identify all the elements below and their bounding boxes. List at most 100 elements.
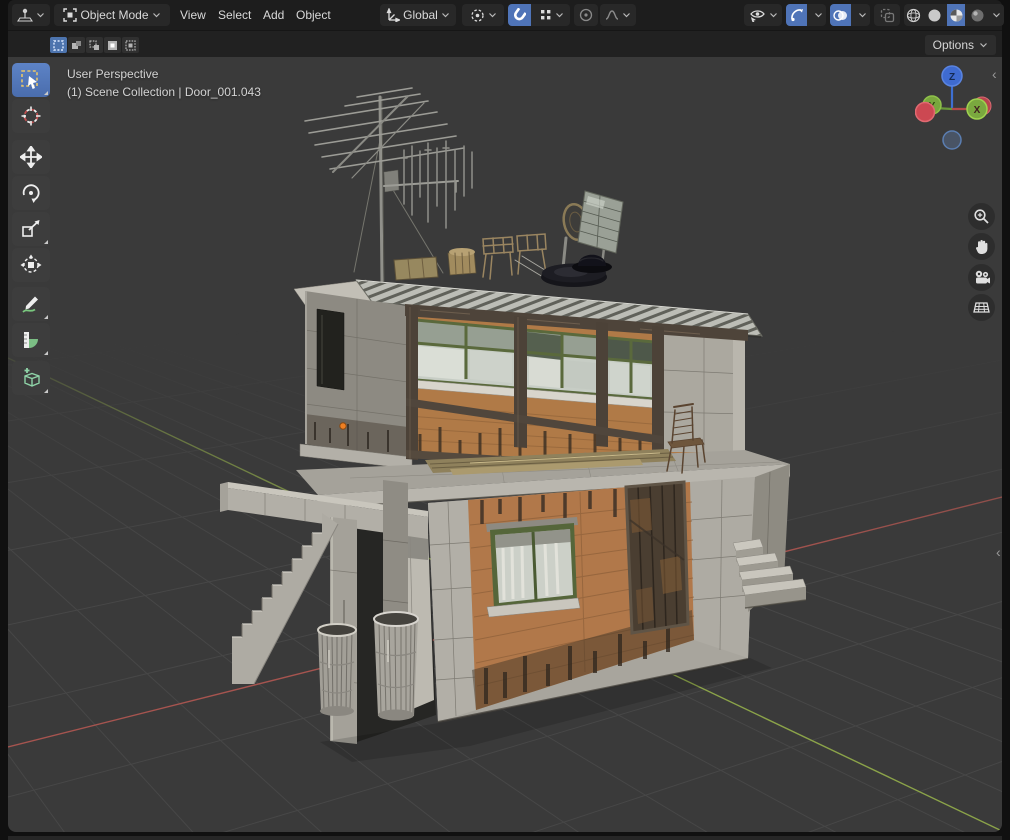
pivot-point-icon: [470, 8, 484, 22]
add-cube-icon: [24, 368, 40, 387]
zoom-icon: [974, 209, 989, 224]
menu-select[interactable]: Select: [212, 0, 257, 30]
antenna-array[interactable]: [304, 87, 473, 283]
navigation-gizmo[interactable]: Z Y X: [915, 62, 995, 157]
cursor-icon: [21, 106, 41, 126]
chevron-down-icon: [555, 13, 563, 18]
material-sphere-icon: [950, 9, 963, 21]
snap-toggle-button[interactable]: [508, 4, 531, 26]
viewport-header: Object Mode View Select Add Object Globa…: [8, 0, 1004, 30]
3d-viewport[interactable]: User Perspective (1) Scene Collection | …: [8, 57, 1002, 832]
chevron-down-icon: [623, 13, 630, 18]
chevron-down-icon: [488, 13, 496, 18]
overlays-controls: [830, 4, 870, 26]
gizmo-axis-x-neg[interactable]: [915, 101, 936, 123]
3d-scene[interactable]: [8, 57, 1002, 832]
breadcrumb: (1) Scene Collection | Door_001.043: [67, 85, 261, 99]
gizmo-settings-dropdown[interactable]: [810, 4, 826, 26]
rotate-icon: [22, 184, 40, 203]
proportional-editing-icon: [579, 8, 593, 22]
proportional-editing-button[interactable]: [574, 4, 598, 26]
pan-button[interactable]: [968, 233, 995, 260]
select-subtract-icon: [89, 39, 99, 50]
orientation-label: Global: [403, 8, 438, 22]
gizmo-axis-x[interactable]: X: [966, 96, 992, 120]
chevron-down-icon: [769, 13, 777, 18]
gizmo-axis-z-neg[interactable]: [942, 130, 962, 150]
chevron-down-icon: [152, 13, 160, 18]
origin-point-dot[interactable]: [339, 422, 347, 430]
shading-wireframe-button[interactable]: [904, 4, 922, 26]
tool-add-cube[interactable]: [12, 361, 50, 395]
shading-settings-dropdown[interactable]: [990, 4, 1004, 26]
rooftop-clutter[interactable]: [304, 87, 624, 287]
toggle-perspective-button[interactable]: [968, 294, 995, 321]
rooftop-furniture[interactable]: [393, 233, 559, 281]
door[interactable]: [624, 480, 690, 635]
toggle-xray-button[interactable]: [874, 4, 900, 26]
select-box-icon: [21, 70, 38, 89]
camera-view-button[interactable]: [968, 264, 995, 291]
camera-icon: [975, 270, 990, 283]
tool-cursor[interactable]: [12, 99, 50, 133]
show-overlays-toggle[interactable]: [830, 4, 852, 26]
select-mode-extend[interactable]: [68, 37, 85, 53]
editor-divider: [8, 836, 1002, 840]
shading-material-button[interactable]: [946, 4, 966, 26]
building-model[interactable]: [220, 87, 807, 762]
upper-left-wall[interactable]: [299, 291, 413, 470]
snap-controls: [508, 4, 570, 26]
tire-and-hat[interactable]: [541, 254, 612, 287]
collapse-gizmo-arrow[interactable]: ‹: [992, 67, 997, 81]
editor-type-3d-viewport-icon: [17, 8, 33, 22]
gizmo-icon: [790, 9, 803, 22]
options-label: Options: [932, 38, 974, 52]
ground-window[interactable]: [486, 517, 581, 618]
tool-annotate[interactable]: [12, 287, 50, 321]
ground-floor[interactable]: [428, 477, 755, 723]
tool-move[interactable]: [12, 140, 50, 174]
tool-select-box[interactable]: [12, 63, 50, 97]
tool-rotate[interactable]: [12, 176, 50, 210]
select-extend-icon: [72, 40, 81, 49]
shading-solid-button[interactable]: [925, 4, 943, 26]
gizmo-x-label: X: [974, 105, 981, 116]
pivot-point-dropdown[interactable]: [462, 4, 504, 26]
transform-orientation-dropdown[interactable]: Global: [380, 4, 456, 26]
annotate-icon: [22, 296, 38, 313]
mode-dropdown[interactable]: Object Mode: [54, 4, 170, 26]
falloff-curve-icon: [605, 10, 619, 20]
show-gizmo-toggle[interactable]: [786, 4, 808, 26]
hand-icon: [975, 240, 988, 254]
measure-icon: [24, 332, 38, 348]
snap-increment-icon: [540, 10, 551, 20]
snap-settings-dropdown[interactable]: [534, 4, 570, 26]
menu-view[interactable]: View: [174, 0, 212, 30]
tool-scale[interactable]: [12, 212, 50, 246]
xray-icon: [880, 8, 894, 22]
select-mode-intersect[interactable]: [122, 37, 139, 53]
chevron-down-icon: [980, 43, 987, 48]
chevron-down-icon: [858, 13, 866, 18]
gizmo-z-label: Z: [949, 72, 955, 83]
visibility-eye-icon: [749, 10, 765, 22]
overlays-icon: [833, 9, 848, 21]
sidebar-toggle-arrow[interactable]: ‹: [996, 545, 1001, 559]
menu-add[interactable]: Add: [257, 0, 290, 30]
object-visibility-dropdown[interactable]: [744, 4, 782, 26]
scale-icon: [22, 220, 40, 237]
tool-transform[interactable]: [12, 248, 50, 282]
wireframe-sphere-icon: [906, 8, 920, 22]
tool-measure[interactable]: [12, 323, 50, 357]
zoom-button[interactable]: [968, 203, 995, 230]
proportional-falloff-dropdown[interactable]: [600, 4, 636, 26]
select-mode-new[interactable]: [50, 37, 67, 53]
shading-rendered-button[interactable]: [968, 4, 986, 26]
editor-type-button[interactable]: [12, 4, 50, 26]
overlays-settings-dropdown[interactable]: [854, 4, 870, 26]
gizmo-axis-z[interactable]: Z: [941, 65, 963, 87]
select-mode-subtract[interactable]: [86, 37, 103, 53]
options-dropdown[interactable]: Options: [924, 35, 996, 55]
select-mode-invert[interactable]: [104, 37, 121, 53]
menu-object[interactable]: Object: [290, 0, 337, 30]
